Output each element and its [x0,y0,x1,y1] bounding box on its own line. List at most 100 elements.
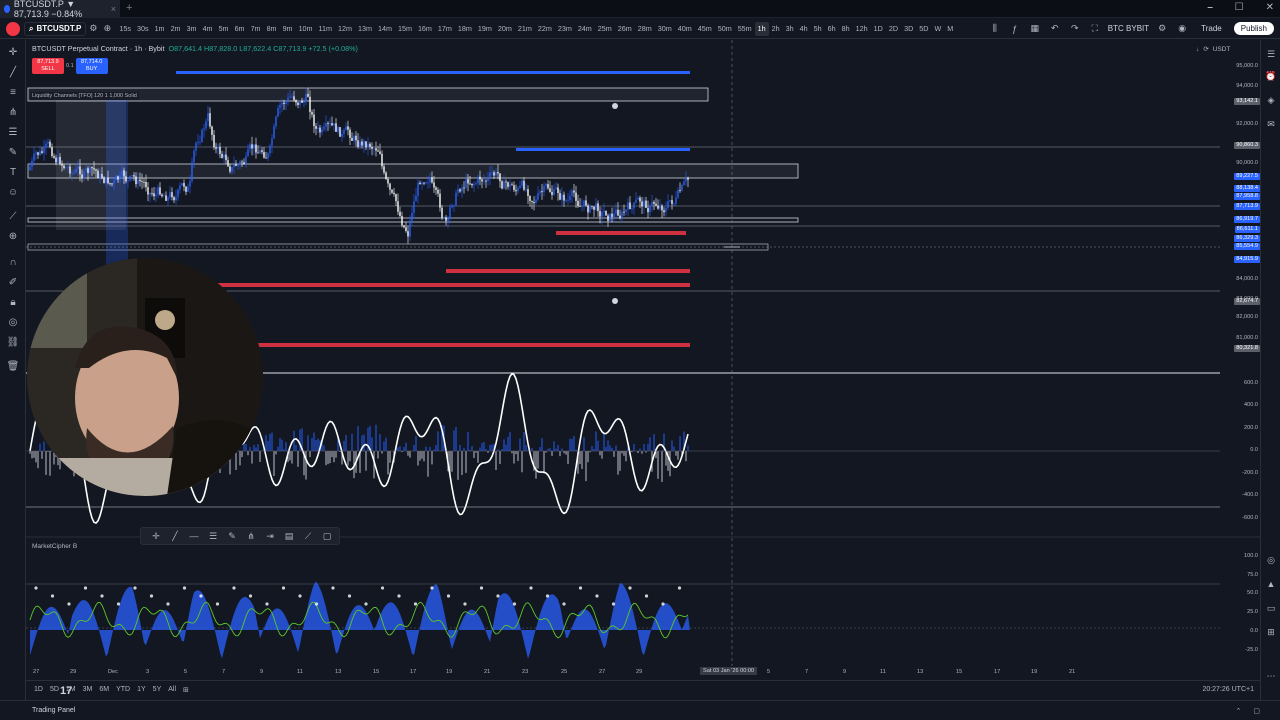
line-tool-icon[interactable]: ╱ [168,531,182,542]
text-icon[interactable]: T [6,166,20,180]
interval-28m[interactable]: 28m [635,22,655,36]
symbol-settings-icon[interactable]: ⚙ [86,22,100,36]
chart-type-icon[interactable]: ⫼ [988,22,1002,36]
interval-2h[interactable]: 2h [769,22,783,36]
goto-date-icon[interactable]: ⊞ [183,686,189,694]
compare-add-icon[interactable]: ⊕ [100,22,114,36]
range-1m[interactable]: 1M [66,686,76,693]
interval-13m[interactable]: 13m [355,22,375,36]
zoom-icon[interactable]: ⊕ [6,230,20,244]
redo-icon[interactable]: ↷ [1068,22,1082,36]
interval-6h[interactable]: 6h [825,22,839,36]
pattern-icon[interactable]: ☺ [6,186,20,200]
interval-11m[interactable]: 11m [316,22,335,36]
interval-3h[interactable]: 3h [783,22,797,36]
utc-clock[interactable]: 20:27:26 UTC+1 [1202,686,1260,693]
crosshair-tool-icon[interactable]: ✛ [149,531,163,542]
interval-W[interactable]: W [931,22,944,36]
interval-25m[interactable]: 25m [595,22,615,36]
interval-15s[interactable]: 15s [116,22,134,36]
interval-1h[interactable]: 1h [754,21,769,36]
interval-15m[interactable]: 15m [395,22,415,36]
undo-icon[interactable]: ↶ [1048,22,1062,36]
interval-9m[interactable]: 9m [280,22,296,36]
hline-tool-icon[interactable]: ― [187,531,201,541]
interval-M[interactable]: M [944,22,956,36]
trade-button[interactable]: Trade [1195,22,1228,35]
interval-10m[interactable]: 10m [296,22,316,36]
settings-icon[interactable]: ⚙ [1155,22,1169,36]
range-1y[interactable]: 1Y [137,686,146,693]
interval-3m[interactable]: 3m [184,22,200,36]
interval-24m[interactable]: 24m [575,22,595,36]
range-ytd[interactable]: YTD [116,686,130,693]
minimize-button[interactable]: ⎯ [1208,2,1213,13]
interval-1D[interactable]: 1D [871,22,886,36]
replay-icon[interactable]: ⟳ [1203,45,1208,53]
interval-6m[interactable]: 6m [232,22,248,36]
chat-icon[interactable]: ✉ [1265,118,1277,130]
data-window-icon[interactable]: ◈ [1265,94,1277,106]
publish-button[interactable]: Publish [1233,22,1274,35]
trendline-icon[interactable]: ╱ [6,66,20,80]
interval-5D[interactable]: 5D [916,22,931,36]
ruler-icon[interactable]: ⟋ [6,210,20,224]
pitchfork-icon[interactable]: ⋔ [6,106,20,120]
marketcipher-legend[interactable]: MarketCipher B [32,543,77,550]
interval-4m[interactable]: 4m [200,22,216,36]
range-6m[interactable]: 6M [99,686,109,693]
interval-23m[interactable]: 23m [555,22,575,36]
calendar-icon[interactable]: ⊞ [1265,626,1277,638]
interval-14m[interactable]: 14m [375,22,395,36]
range-5y[interactable]: 5Y [153,686,162,693]
price-axis[interactable]: 95,000.0 94,000.0 92,000.0 90,000.0 84,000.0… [1220,40,1260,680]
brush-tool-icon[interactable]: ⟋ [301,531,315,542]
ideas-icon[interactable]: ◎ [1265,554,1277,566]
indicators-icon[interactable]: ƒ [1008,22,1022,36]
interval-18m[interactable]: 18m [455,22,475,36]
buy-button[interactable]: 87,714.0 BUY [75,58,108,74]
interval-5h[interactable]: 5h [811,22,825,36]
watchlist-icon[interactable]: ☰ [1265,48,1277,60]
new-tab-button[interactable]: + [126,2,132,14]
interval-1m[interactable]: 1m [152,22,168,36]
interval-20m[interactable]: 20m [495,22,515,36]
legend-title[interactable]: BTCUSDT Perpetual Contract · 1h · Bybit [32,44,164,53]
layout-icon[interactable]: ▦ [1028,22,1042,36]
interval-21m[interactable]: 21m [515,22,535,36]
interval-4h[interactable]: 4h [797,22,811,36]
list-tool-icon[interactable]: ▤ [282,531,296,542]
alerts-icon[interactable]: ⏰ [1265,70,1277,82]
pen-tool-icon[interactable]: ✎ [225,531,239,542]
interval-30s[interactable]: 30s [134,22,152,36]
close-window-button[interactable]: ✕ [1266,2,1274,13]
fork-tool-icon[interactable]: ⋔ [244,531,258,542]
range-tool-icon[interactable]: ⇥ [263,531,277,542]
browser-tab[interactable]: BTCUSDT.P ▼ 87,713.9 −0.84% × [0,0,120,19]
interval-12h[interactable]: 12h [853,22,871,36]
crosshair-icon[interactable]: ✛ [6,46,20,60]
interval-2D[interactable]: 2D [886,22,901,36]
indicator-legend[interactable]: Liquidity Channels [TFO] 120 1 1,000 Sol… [30,92,139,100]
time-axis[interactable]: 21 19 17 15 13 11 9 7 5 29 27 25 23 21 19 17 15 13 11 9 7 5 3 D… [26,666,1220,680]
interval-40m[interactable]: 40m [675,22,695,36]
fullscreen-icon[interactable]: ⛶ [1088,22,1102,36]
magnet-icon[interactable]: ∩ [6,256,20,270]
more-icon[interactable]: ⋯ [1265,670,1277,682]
brush-icon[interactable]: ✎ [6,146,20,160]
interval-5m[interactable]: 5m [216,22,232,36]
interval-30m[interactable]: 30m [655,22,675,36]
tab-close-icon[interactable]: × [111,4,116,14]
pine-icon[interactable]: ▲ [1265,578,1277,590]
interval-55m[interactable]: 55m [735,22,755,36]
link-icon[interactable]: ⛓ [6,336,20,350]
range-1d[interactable]: 1D [34,686,43,693]
interval-2m[interactable]: 2m [168,22,184,36]
interval-8m[interactable]: 8m [264,22,280,36]
exchange-selector[interactable]: BTC BYBIT [1108,24,1149,33]
interval-26m[interactable]: 26m [615,22,635,36]
interval-50m[interactable]: 50m [715,22,735,36]
interval-45m[interactable]: 45m [695,22,715,36]
interval-12m[interactable]: 12m [335,22,355,36]
range-all[interactable]: All [168,686,176,693]
